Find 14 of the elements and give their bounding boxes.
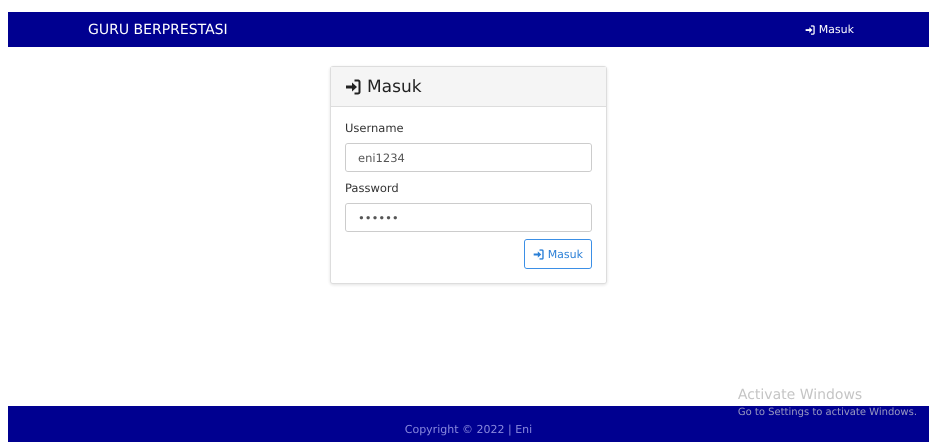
sign-in-icon xyxy=(345,78,361,94)
field-label: Password xyxy=(345,181,400,195)
brand-title[interactable]: GURU BERPRESTASI xyxy=(88,22,228,38)
login-button[interactable]: Masuk xyxy=(524,239,592,269)
password-field[interactable]: •••••• xyxy=(345,203,592,232)
field-label: Username xyxy=(345,121,405,135)
activation-message: Go to Settings to activate Windows. xyxy=(738,407,917,418)
sign-in-icon xyxy=(804,24,815,34)
activation-title: Activate Windows xyxy=(738,387,864,403)
card-title: Masuk xyxy=(367,76,422,96)
username-field[interactable]: eni1234 xyxy=(345,143,592,172)
copyright-text: Copyright © 2022 | Eni xyxy=(404,422,532,436)
login-link[interactable]: Masuk xyxy=(804,23,854,36)
sign-in-icon xyxy=(532,248,544,260)
